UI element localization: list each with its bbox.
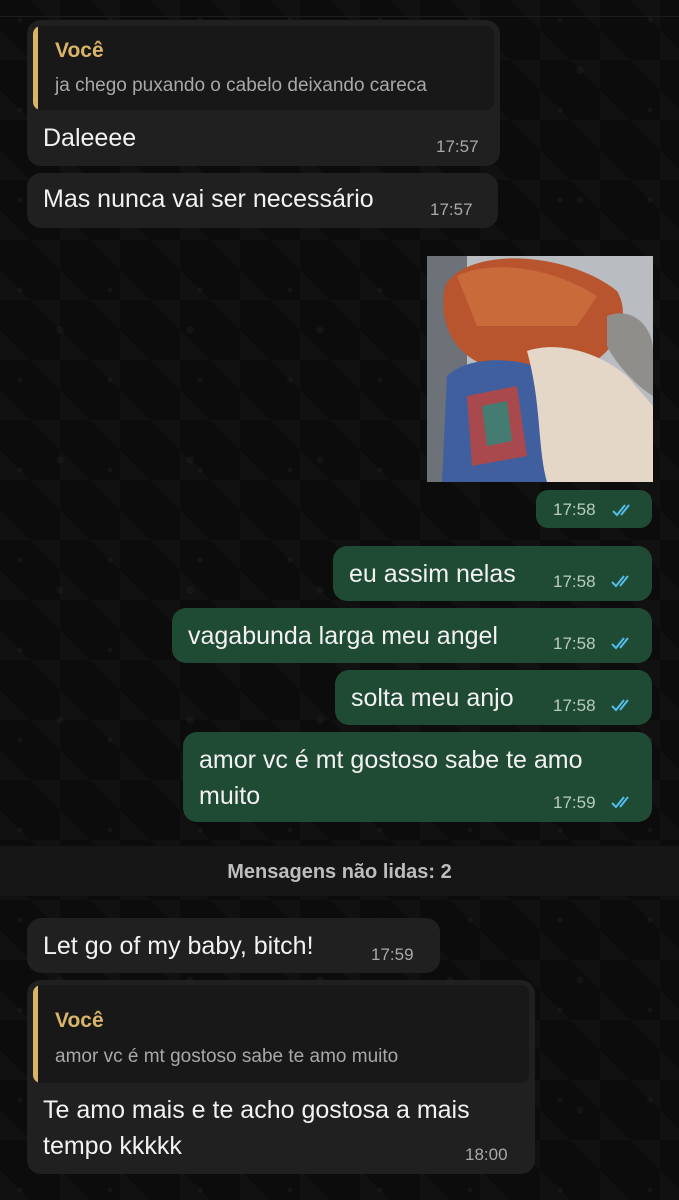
message-text: Mas nunca vai ser necessário [43, 185, 374, 213]
message-bubble-outgoing[interactable]: amor vc é mt gostoso sabe te amo muito 1… [183, 732, 652, 822]
message-time: 17:58 [553, 696, 596, 715]
quoted-message[interactable]: Você amor vc é mt gostoso sabe te amo mu… [33, 985, 529, 1083]
quote-accent-bar [33, 26, 38, 110]
message-time: 17:57 [436, 137, 479, 156]
message-bubble-outgoing[interactable]: vagabunda larga meu angel 17:58 [172, 608, 652, 663]
message-time: 17:59 [371, 945, 414, 964]
message-bubble-incoming[interactable]: Let go of my baby, bitch! 17:59 [27, 918, 440, 973]
quoted-message[interactable]: Você ja chego puxando o cabelo deixando … [33, 26, 494, 110]
double-check-icon [611, 699, 629, 712]
double-check-icon [611, 575, 629, 588]
quote-accent-bar [33, 985, 38, 1083]
quote-text: amor vc é mt gostoso sabe te amo muito [55, 1046, 399, 1067]
message-bubble-outgoing[interactable]: solta meu anjo 17:58 [335, 670, 652, 725]
double-check-icon [611, 796, 629, 809]
message-time: 17:59 [553, 793, 596, 812]
header-edge [0, 0, 679, 17]
quote-author: Você [55, 39, 104, 62]
gif-image[interactable] [427, 256, 653, 482]
unread-messages-label: Mensagens não lidas: 2 [227, 861, 452, 883]
message-bubble-incoming[interactable]: Mas nunca vai ser necessário 17:57 [27, 173, 498, 228]
chat-thread[interactable]: Você ja chego puxando o cabelo deixando … [0, 0, 679, 1200]
message-text-line: Te amo mais e te acho gostosa a mais [43, 1096, 470, 1124]
double-check-icon [612, 504, 630, 517]
message-bubble-incoming[interactable]: Você amor vc é mt gostoso sabe te amo mu… [27, 980, 535, 1174]
message-bubble-incoming[interactable]: Você ja chego puxando o cabelo deixando … [27, 20, 500, 166]
message-text: solta meu anjo [351, 684, 514, 712]
quote-author: Você [55, 1009, 104, 1032]
message-text-line: muito [199, 782, 261, 810]
message-time: 18:00 [465, 1145, 508, 1164]
media-thumbnail [427, 256, 653, 482]
message-time: 17:58 [553, 500, 596, 519]
media-meta-bubble: 17:58 [536, 490, 652, 528]
quote-text: ja chego puxando o cabelo deixando carec… [55, 75, 427, 96]
unread-messages-divider: Mensagens não lidas: 2 [0, 846, 679, 896]
message-text: vagabunda larga meu angel [188, 622, 498, 650]
message-text: eu assim nelas [349, 560, 516, 588]
message-text: Let go of my baby, bitch! [43, 932, 314, 960]
message-bubble-outgoing[interactable]: eu assim nelas 17:58 [333, 546, 652, 601]
message-text: Daleeee [43, 124, 137, 152]
message-time: 17:58 [553, 634, 596, 653]
message-time: 17:57 [430, 200, 473, 219]
double-check-icon [611, 637, 629, 650]
message-text-line: amor vc é mt gostoso sabe te amo [199, 746, 583, 774]
message-time: 17:58 [553, 572, 596, 591]
message-text-line: tempo kkkkk [43, 1132, 182, 1160]
